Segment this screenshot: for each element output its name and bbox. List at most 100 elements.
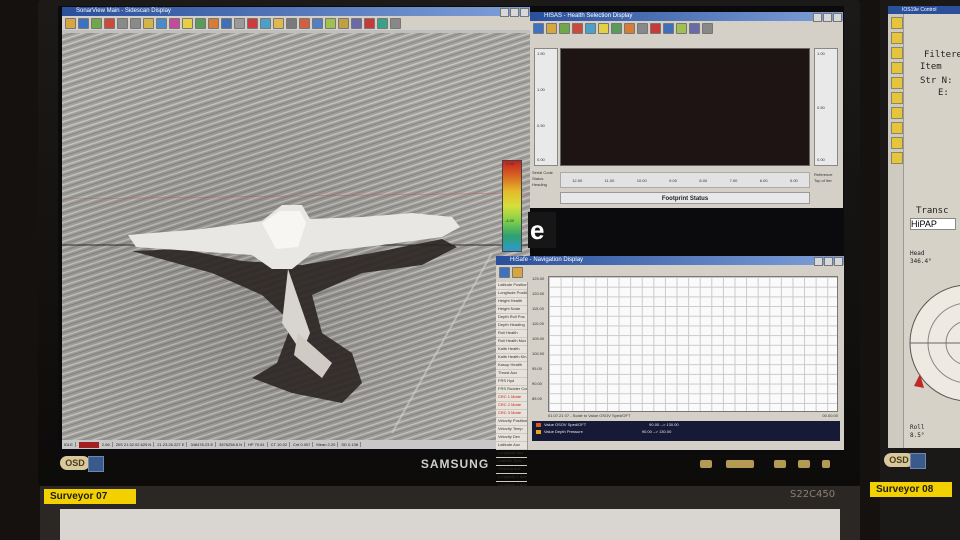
palette-icon[interactable]	[624, 22, 635, 34]
settings-icon[interactable]	[234, 17, 245, 29]
info-icon[interactable]	[663, 22, 674, 34]
minimize-button[interactable]	[500, 8, 509, 17]
marker-icon[interactable]	[169, 17, 180, 29]
sensor-list-item[interactable]: Longitude Position	[496, 290, 527, 298]
sidescan-image[interactable]	[62, 33, 530, 443]
contrast-icon[interactable]	[182, 17, 193, 29]
sensor-list-item[interactable]: Height Node	[496, 306, 527, 314]
zoom-in-icon[interactable]	[117, 17, 128, 29]
pan-icon[interactable]	[143, 17, 154, 29]
close-button[interactable]	[833, 13, 842, 22]
layers-icon[interactable]	[221, 17, 232, 29]
print-icon[interactable]	[286, 17, 297, 29]
help-icon[interactable]	[390, 17, 401, 29]
sync-icon[interactable]	[377, 17, 388, 29]
filter-icon[interactable]	[676, 22, 687, 34]
lock-icon[interactable]	[891, 77, 903, 89]
alert-icon[interactable]	[598, 22, 609, 34]
open-icon[interactable]	[499, 266, 510, 278]
sensor-list-item[interactable]: CRC 2 Mode	[496, 402, 527, 410]
waterfall-icon[interactable]	[351, 17, 362, 29]
close-button[interactable]	[834, 257, 843, 266]
refresh-icon[interactable]	[559, 22, 570, 34]
sensor-list-item[interactable]: Roll Health	[496, 330, 527, 338]
sensor-list-item[interactable]: Depth Roll Pos	[496, 314, 527, 322]
lock-icon[interactable]	[891, 137, 903, 149]
footprint-status-button[interactable]: Footprint Status	[560, 192, 810, 204]
down-button[interactable]	[774, 460, 786, 468]
stop-icon[interactable]	[104, 17, 115, 29]
transducer-select[interactable]: HiPAP	[910, 218, 956, 230]
sensor-list-item[interactable]: CRC 1 Mode	[496, 394, 527, 402]
surveyor-label-left: Surveyor 07	[44, 489, 136, 504]
power-button[interactable]	[822, 460, 830, 468]
sensor-list-item[interactable]: Kasup Health	[496, 362, 527, 370]
chart-icon[interactable]	[585, 22, 596, 34]
maximize-button[interactable]	[510, 8, 519, 17]
config-icon[interactable]	[512, 266, 523, 278]
filter-icon[interactable]	[325, 17, 336, 29]
sensor-list[interactable]: Latitude PositionLongitude PositionHeigh…	[496, 282, 528, 498]
open-icon[interactable]	[65, 17, 76, 29]
lock-icon[interactable]	[891, 32, 903, 44]
target-icon[interactable]	[299, 17, 310, 29]
legend-row[interactable]: Value Depth Pressure 90.00 --> 130.00	[532, 428, 840, 435]
lock-icon[interactable]	[891, 107, 903, 119]
sensor-list-item[interactable]: FRS Rudder Cont	[496, 386, 527, 394]
maximize-button[interactable]	[824, 257, 833, 266]
sensor-list-item[interactable]: Roll Health Mux	[496, 338, 527, 346]
settings-icon[interactable]	[637, 22, 648, 34]
grid-icon[interactable]	[611, 22, 622, 34]
sensor-list-item[interactable]: FRS Hyd	[496, 378, 527, 386]
play-icon[interactable]	[91, 17, 102, 29]
track-icon[interactable]	[260, 17, 271, 29]
sensor-list-item[interactable]: Longitude 1 Aux	[496, 474, 527, 482]
alarm-icon[interactable]	[650, 22, 661, 34]
sensor-list-item[interactable]: Kalib Health Kin	[496, 354, 527, 362]
sensor-list-item[interactable]: Latitude Position	[496, 282, 527, 290]
maximize-button[interactable]	[823, 13, 832, 22]
up-button[interactable]	[798, 460, 810, 468]
lock-icon[interactable]	[891, 92, 903, 104]
source-button[interactable]	[726, 460, 754, 468]
lock-icon[interactable]	[891, 152, 903, 164]
measure-icon[interactable]	[156, 17, 167, 29]
lock-icon[interactable]	[891, 122, 903, 134]
lock-icon[interactable]	[891, 47, 903, 59]
sensor-list-item[interactable]: Thrust Aux	[496, 370, 527, 378]
health-plot-area[interactable]	[560, 48, 810, 166]
help-icon[interactable]	[702, 22, 713, 34]
ruler-icon[interactable]	[338, 17, 349, 29]
palette-icon[interactable]	[208, 17, 219, 29]
stop-icon[interactable]	[572, 22, 583, 34]
sensor-list-item[interactable]: CRC 3 Mode	[496, 410, 527, 418]
save-icon[interactable]	[78, 17, 89, 29]
save-icon[interactable]	[546, 22, 557, 34]
trend-chart-grid[interactable]	[548, 276, 838, 412]
record-icon[interactable]	[247, 17, 258, 29]
layers-icon[interactable]	[689, 22, 700, 34]
sensor-list-item[interactable]: Kalib Health	[496, 346, 527, 354]
right-window-title: IOS19e Control	[888, 6, 960, 14]
open-icon[interactable]	[533, 22, 544, 34]
minimize-button[interactable]	[813, 13, 822, 22]
sensor-list-item[interactable]: Velocity Position	[496, 418, 527, 426]
sensor-list-item[interactable]: Latitude Aux	[496, 442, 527, 450]
alarm-icon[interactable]	[364, 17, 375, 29]
legend-row[interactable]: Value OSOV Sped/OFT 90.00 --> 130.00	[532, 421, 840, 428]
lock-icon[interactable]	[891, 17, 903, 29]
sensor-list-item[interactable]: Height Health	[496, 298, 527, 306]
sensor-list-item[interactable]: Velocity Temp	[496, 426, 527, 434]
close-button[interactable]	[520, 8, 529, 17]
minimize-button[interactable]	[814, 257, 823, 266]
grid-icon[interactable]	[195, 17, 206, 29]
sonar-window-title: SonarView Main - Sidescan Display	[62, 7, 530, 16]
export-icon[interactable]	[273, 17, 284, 29]
menu-button[interactable]	[700, 460, 712, 468]
zoom-out-icon[interactable]	[130, 17, 141, 29]
lower-monitor-screen	[60, 509, 840, 540]
info-icon[interactable]	[312, 17, 323, 29]
sensor-list-item[interactable]: Depth Heading	[496, 322, 527, 330]
lock-icon[interactable]	[891, 62, 903, 74]
sensor-list-item[interactable]: Velocity Dev	[496, 434, 527, 442]
